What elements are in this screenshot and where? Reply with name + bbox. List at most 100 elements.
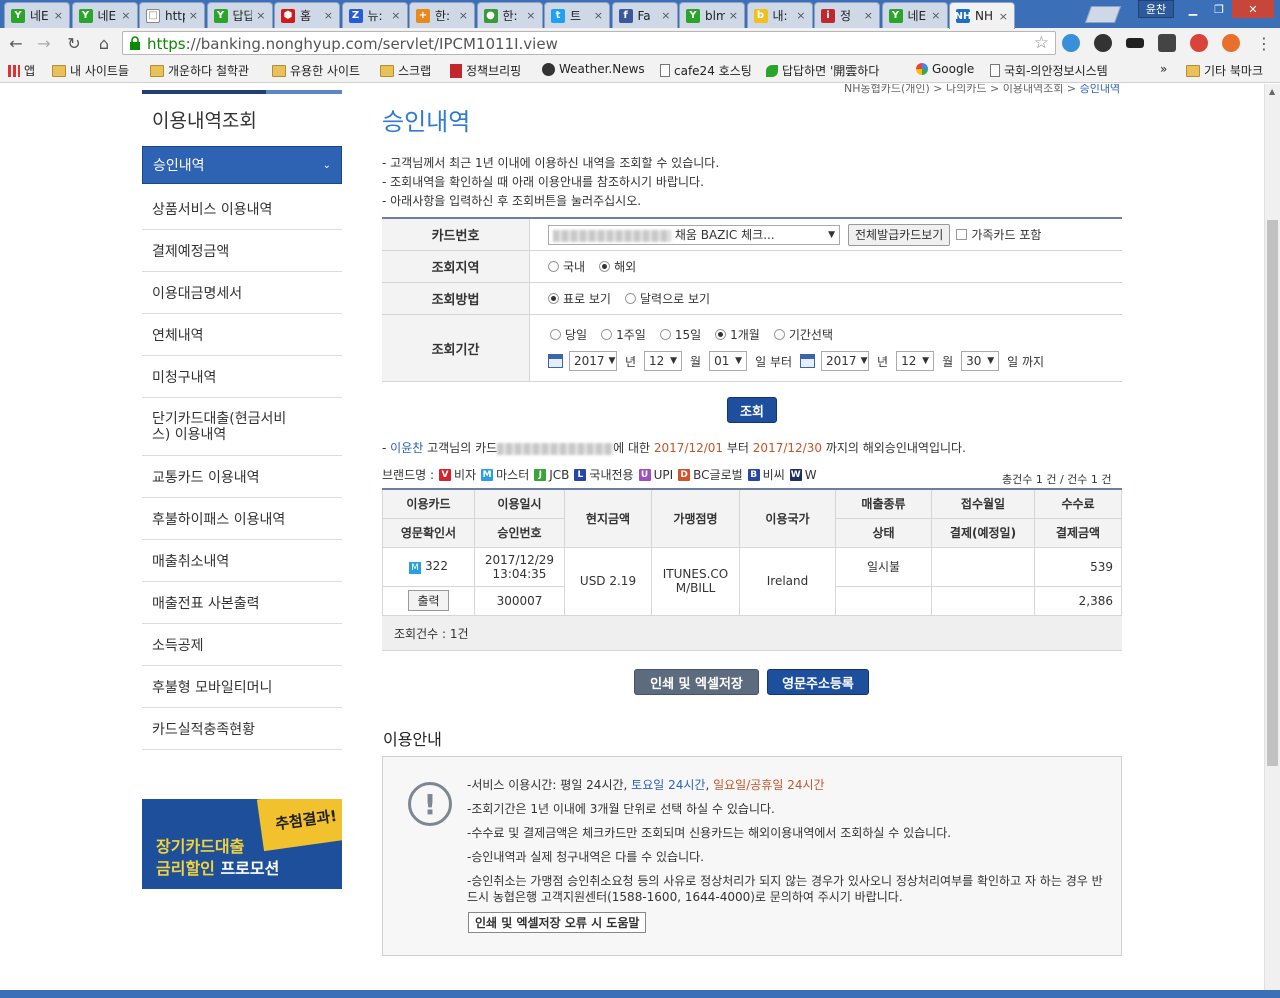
calendar-icon[interactable] bbox=[548, 354, 563, 368]
bookmark-link[interactable]: 답답하면 '開雲하다 bbox=[766, 62, 879, 79]
tab-close-icon[interactable]: × bbox=[661, 9, 670, 22]
extension-icon[interactable] bbox=[1190, 34, 1208, 52]
bookmark-star-icon[interactable]: ☆ bbox=[1034, 33, 1049, 53]
bookmark-link[interactable]: cafe24 호스팅 bbox=[660, 62, 752, 79]
bookmark-folder-other[interactable]: 기타 북마크 bbox=[1186, 62, 1263, 79]
minimize-icon[interactable]: ▁ bbox=[1180, 0, 1206, 18]
sidebar-item-transit-card[interactable]: 교통카드 이용내역 bbox=[142, 456, 342, 498]
bookmark-folder[interactable]: 개운하다 철학관 bbox=[150, 62, 249, 79]
browser-tab[interactable]: ● 한: × bbox=[476, 2, 543, 28]
period-today-radio[interactable]: 당일 bbox=[550, 326, 587, 343]
to-month-select[interactable]: 12 ▼ bbox=[896, 351, 935, 371]
restore-icon[interactable]: ❐ bbox=[1206, 0, 1232, 18]
bookmark-link[interactable]: Google bbox=[916, 62, 974, 76]
sidebar-item-payment-due[interactable]: 결제예정금액 bbox=[142, 230, 342, 272]
extension-icon[interactable] bbox=[1126, 38, 1144, 48]
browser-tab[interactable]: Y 네E × bbox=[881, 2, 948, 28]
browser-tab[interactable]: t 트 × bbox=[544, 2, 610, 28]
scroll-up-icon[interactable]: ▲ bbox=[1269, 87, 1275, 96]
tab-close-icon[interactable]: × bbox=[864, 9, 873, 22]
sidebar-item-unbilled[interactable]: 미청구내역 bbox=[142, 356, 342, 398]
from-month-select[interactable]: 12 ▼ bbox=[644, 351, 683, 371]
bookmark-folder[interactable]: 내 사이트들 bbox=[52, 62, 129, 79]
sidebar-item-hipass[interactable]: 후불하이패스 이용내역 bbox=[142, 498, 342, 540]
menu-icon[interactable]: ⋮ bbox=[1254, 33, 1274, 53]
sidebar-item-sale-cancel[interactable]: 매출취소내역 bbox=[142, 540, 342, 582]
sidebar-item-approvals[interactable]: 승인내역 ⌄ bbox=[142, 146, 342, 184]
tab-close-icon[interactable]: × bbox=[391, 9, 400, 22]
sidebar-item-product-service[interactable]: 상품서비스 이용내역 bbox=[142, 188, 342, 230]
sidebar-item-mobile-tmoney[interactable]: 후불형 모바일티머니 bbox=[142, 666, 342, 708]
print-excel-button[interactable]: 인쇄 및 엑셀저장 bbox=[634, 669, 759, 695]
tab-close-icon[interactable]: × bbox=[54, 9, 63, 22]
reload-icon[interactable]: ↻ bbox=[64, 33, 84, 53]
period-1week-radio[interactable]: 1주일 bbox=[601, 326, 646, 343]
to-day-select[interactable]: 30 ▼ bbox=[961, 351, 1000, 371]
profile-button[interactable]: 윤찬 bbox=[1138, 0, 1174, 18]
region-domestic-radio[interactable]: 국내 bbox=[548, 258, 585, 275]
tab-close-icon[interactable]: × bbox=[189, 9, 198, 22]
extension-icon[interactable] bbox=[1062, 34, 1080, 52]
to-year-select[interactable]: 2017 ▼ bbox=[821, 351, 870, 371]
period-custom-radio[interactable]: 기간선택 bbox=[773, 326, 833, 343]
sidebar-item-tax-deduction[interactable]: 소득공제 bbox=[142, 624, 342, 666]
browser-tab[interactable]: NH NH × bbox=[949, 2, 1015, 29]
tab-close-icon[interactable]: × bbox=[594, 9, 603, 22]
method-calendar-radio[interactable]: 달력으로 보기 bbox=[624, 290, 710, 307]
browser-tab[interactable]: Yblm × bbox=[679, 2, 745, 28]
sidebar-item-receipt-print[interactable]: 매출전표 사본출력 bbox=[142, 582, 342, 624]
calendar-icon[interactable] bbox=[800, 354, 816, 368]
tab-close-icon[interactable]: × bbox=[796, 9, 805, 22]
period-15day-radio[interactable]: 15일 bbox=[659, 326, 701, 343]
period-1month-radio[interactable]: 1개월 bbox=[715, 326, 760, 343]
browser-tab[interactable]: ⬢ 홈 × bbox=[274, 2, 340, 28]
sidebar-item-cash-service[interactable]: 단기카드대출(현금서비스) 이용내역 bbox=[142, 398, 342, 456]
sidebar-item-overdue[interactable]: 연체내역 bbox=[142, 314, 342, 356]
home-icon[interactable]: ⌂ bbox=[94, 33, 114, 53]
bookmark-apps[interactable]: 앱 bbox=[8, 62, 35, 79]
forward-icon[interactable]: → bbox=[34, 33, 54, 53]
tab-close-icon[interactable]: × bbox=[121, 9, 130, 22]
page-scrollbar[interactable]: ▲ bbox=[1264, 84, 1280, 990]
browser-tab[interactable]: Y 네E × bbox=[71, 2, 138, 28]
tab-close-icon[interactable]: × bbox=[999, 10, 1008, 23]
back-icon[interactable]: ← bbox=[6, 33, 26, 53]
bookmark-link[interactable]: Weather.News bbox=[542, 62, 645, 76]
promo-banner[interactable]: 추첨결과! 장기카드대출 금리할인 프로모션 bbox=[142, 799, 342, 889]
bookmark-folder[interactable]: 스크랩 bbox=[380, 62, 431, 79]
extension-icon[interactable] bbox=[1094, 34, 1112, 52]
all-cards-button[interactable]: 전체발급카드보기 bbox=[848, 223, 951, 246]
sidebar-item-statement[interactable]: 이용대금명세서 bbox=[142, 272, 342, 314]
browser-tab[interactable]: i 정 × bbox=[814, 2, 880, 28]
tab-close-icon[interactable]: × bbox=[459, 9, 468, 22]
bookmark-folder[interactable]: 유용한 사이트 bbox=[272, 62, 360, 79]
address-bar[interactable]: https://banking.nonghyup.com/servlet/IPC… bbox=[122, 31, 1056, 55]
card-select[interactable]: 채움 BAZIC 체크... ▼ bbox=[548, 224, 840, 245]
eng-address-button[interactable]: 영문주소등록 bbox=[767, 669, 869, 695]
extension-icon[interactable] bbox=[1222, 34, 1240, 52]
browser-tab[interactable]: b 내: × bbox=[746, 2, 813, 28]
extension-icon[interactable] bbox=[1158, 34, 1176, 52]
print-confirmation-button[interactable]: 출력 bbox=[408, 590, 449, 611]
tab-close-icon[interactable]: × bbox=[324, 9, 333, 22]
browser-tab[interactable]: + 한: × bbox=[409, 2, 475, 28]
tab-close-icon[interactable]: × bbox=[729, 9, 738, 22]
window-close-icon[interactable]: ✕ bbox=[1232, 0, 1274, 18]
scrollbar-thumb[interactable] bbox=[1267, 220, 1278, 766]
new-tab-button[interactable] bbox=[1084, 6, 1122, 23]
browser-tab[interactable]: Y 답답× bbox=[206, 2, 273, 28]
from-day-select[interactable]: 01 ▼ bbox=[709, 351, 748, 371]
tab-close-icon[interactable]: × bbox=[931, 9, 940, 22]
bookmark-overflow-icon[interactable]: » bbox=[1160, 62, 1167, 76]
search-button[interactable]: 조회 bbox=[727, 397, 777, 423]
browser-tab[interactable]: f Fa × bbox=[611, 2, 678, 28]
family-card-checkbox[interactable]: 가족카드 포함 bbox=[956, 226, 1041, 243]
browser-tab[interactable]: Z 뉴: × bbox=[341, 2, 408, 28]
help-button[interactable]: 인쇄 및 엑셀저장 오류 시 도움말 bbox=[468, 912, 647, 933]
bookmark-link[interactable]: 국회-의안정보시스템 bbox=[990, 62, 1108, 79]
browser-tab[interactable]: □ http × bbox=[139, 2, 205, 28]
tab-close-icon[interactable]: × bbox=[256, 9, 265, 22]
tab-close-icon[interactable]: × bbox=[526, 9, 535, 22]
from-year-select[interactable]: 2017 ▼ bbox=[569, 351, 617, 371]
region-overseas-radio[interactable]: 해외 bbox=[599, 258, 636, 275]
